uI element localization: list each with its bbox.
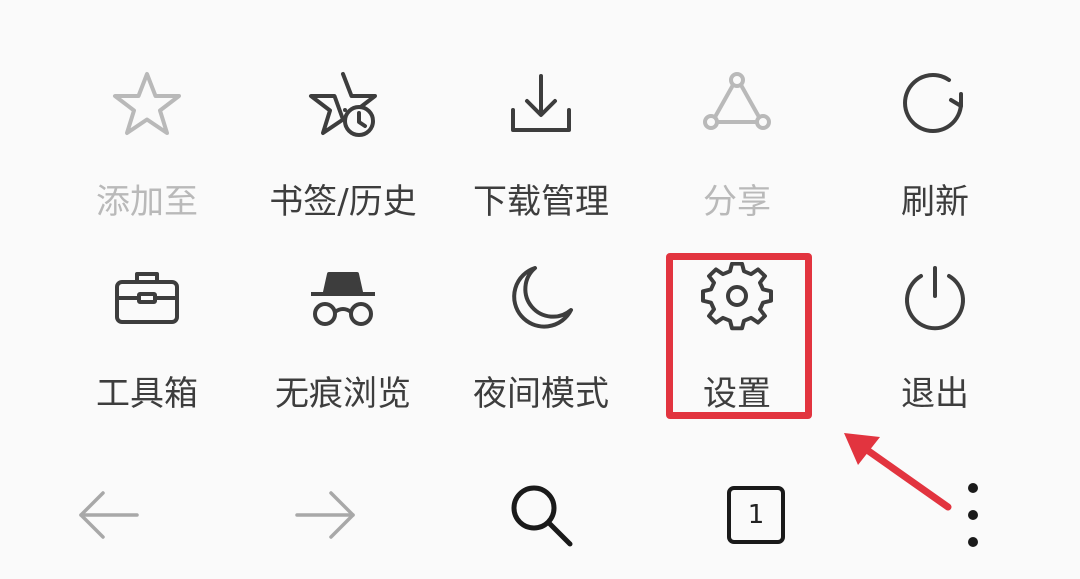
tabs-button[interactable]: 1 <box>711 470 801 560</box>
menu-item-add-to[interactable]: 添加至 <box>67 70 227 230</box>
menu-item-label: 书签/历史 <box>269 182 417 222</box>
search-button[interactable] <box>496 470 586 560</box>
toolbox-icon <box>111 262 183 334</box>
menu-item-incognito[interactable]: 无痕浏览 <box>263 262 423 422</box>
download-icon <box>505 70 577 142</box>
forward-button[interactable] <box>280 470 370 560</box>
menu-item-label: 分享 <box>703 182 771 222</box>
power-icon <box>899 262 971 334</box>
menu-item-settings[interactable]: 设置 <box>657 262 817 422</box>
bottom-toolbar: 1 <box>0 470 1080 560</box>
incognito-icon <box>307 262 379 334</box>
share-icon <box>701 70 773 142</box>
more-vertical-icon <box>968 483 978 547</box>
menu-item-night-mode[interactable]: 夜间模式 <box>461 262 621 422</box>
bookmark-history-icon <box>307 70 379 142</box>
menu-item-refresh[interactable]: 刷新 <box>855 70 1015 230</box>
menu-item-bookmarks-history[interactable]: 书签/历史 <box>263 70 423 230</box>
menu-item-label: 添加至 <box>96 182 198 222</box>
menu-item-download-manager[interactable]: 下载管理 <box>461 70 621 230</box>
search-icon <box>511 485 573 547</box>
moon-icon <box>505 262 577 334</box>
arrow-right-icon <box>295 491 355 539</box>
menu-item-exit[interactable]: 退出 <box>855 262 1015 422</box>
menu-item-label: 刷新 <box>901 182 969 222</box>
gear-icon <box>701 262 773 334</box>
more-menu-button[interactable] <box>928 470 1018 560</box>
menu-item-label: 工具箱 <box>96 374 198 414</box>
arrow-left-icon <box>79 491 139 539</box>
star-icon <box>111 70 183 142</box>
back-button[interactable] <box>64 470 154 560</box>
menu-item-toolbox[interactable]: 工具箱 <box>67 262 227 422</box>
menu-item-label: 退出 <box>901 374 969 414</box>
tab-count: 1 <box>747 500 765 530</box>
menu-item-label: 设置 <box>703 374 771 414</box>
menu-item-label: 下载管理 <box>473 182 609 222</box>
menu-item-share[interactable]: 分享 <box>657 70 817 230</box>
menu-item-label: 无痕浏览 <box>275 374 411 414</box>
refresh-icon <box>899 70 971 142</box>
menu-item-label: 夜间模式 <box>473 374 609 414</box>
